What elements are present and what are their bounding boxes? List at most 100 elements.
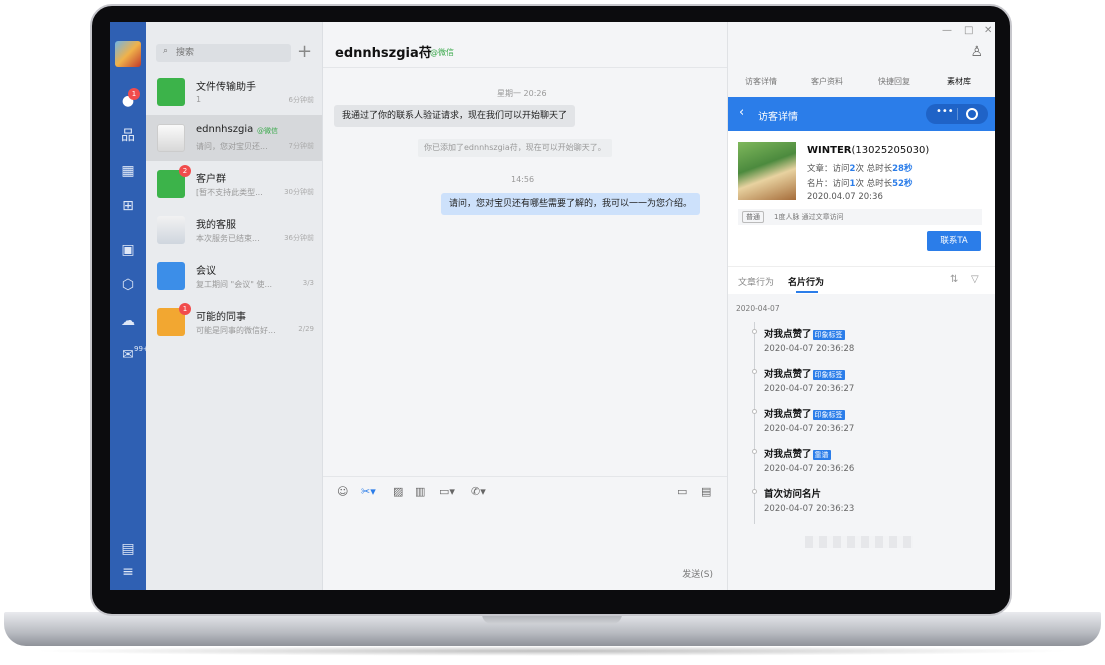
- conversation-item[interactable]: 文件传输助手 1 6分钟前: [146, 69, 322, 115]
- hexagon-play-icon[interactable]: ⬡: [119, 276, 137, 294]
- message-composer[interactable]: ☺ ✂▾ ▨ ▥ ▭▾ ✆▾ ▭ ▤ 发送(S): [323, 476, 727, 590]
- search-box[interactable]: ⌕: [156, 44, 291, 62]
- tab-visitor-details[interactable]: 访客详情: [745, 76, 777, 87]
- chat-header: ednnhszgia苻 @微信: [323, 22, 727, 68]
- conversation-item[interactable]: 我的客服 本次服务已结束... 36分钟前: [146, 207, 322, 253]
- event-time: 2020-04-07 20:36:27: [764, 424, 855, 434]
- sort-icon[interactable]: ⇅: [950, 274, 958, 285]
- timestamp: 星期一 20:26: [497, 89, 547, 98]
- meeting-cloud-icon: [157, 262, 185, 290]
- user-avatar[interactable]: [115, 41, 141, 67]
- sidebar-nav: ● 1 品 ▦ ⊞ ▣ ⬡ ☁ ✉ 99+ ▤ ≡: [110, 22, 149, 590]
- back-arrow-icon[interactable]: ‹: [739, 105, 744, 120]
- timeline-event: 对我点赞了 印象标签: [764, 406, 845, 420]
- conversation-name: 我的客服: [196, 220, 236, 231]
- screen-share-icon[interactable]: ▭: [677, 485, 687, 498]
- event-time: 2020-04-07 20:36:28: [764, 344, 855, 354]
- phone-icon[interactable]: ✆▾: [471, 485, 486, 498]
- blurred-text: [805, 536, 913, 548]
- laptop-shadow: [30, 646, 1075, 656]
- word-doc-icon[interactable]: ▥: [415, 485, 425, 498]
- card-stats: 名片：访问1次 总时长52秒: [807, 177, 912, 189]
- timeline-dot: [752, 449, 757, 454]
- menu-icon[interactable]: ≡: [119, 563, 137, 581]
- chat-pane: ednnhszgia苻 @微信 星期一 20:26 我通过了你的联系人验证请求，…: [323, 22, 727, 590]
- stat-label: 次 总时长: [855, 164, 893, 174]
- tab-customer-info[interactable]: 客户资料: [811, 76, 843, 87]
- stat-label: 文章：访问: [807, 164, 850, 174]
- cloud-icon[interactable]: ☁: [119, 312, 137, 330]
- event-time: 2020-04-07 20:36:26: [764, 464, 855, 474]
- person-icon[interactable]: ♙: [970, 44, 983, 60]
- article-stats: 文章：访问2次 总时长28秒: [807, 162, 912, 174]
- conversation-time: 2/29: [298, 325, 314, 333]
- event-badge: 印象标签: [812, 410, 845, 420]
- conversation-name: 文件传输助手: [196, 82, 256, 93]
- wechat-tag: @微信: [430, 48, 454, 57]
- contact-button[interactable]: 联系TA: [927, 231, 981, 251]
- event-badge: 印象标签: [812, 330, 845, 340]
- stat-label: 名片：访问: [807, 179, 850, 189]
- timeline-event: 对我点赞了 印象标签: [764, 326, 845, 340]
- event-title: 对我点赞了: [764, 329, 812, 340]
- sidebar-toggle-icon[interactable]: ▤: [701, 485, 711, 498]
- event-title: 首次访问名片: [764, 489, 822, 500]
- filter-icon[interactable]: ▽: [971, 274, 979, 285]
- image-icon[interactable]: ▨: [393, 485, 403, 498]
- event-time: 2020-04-07 20:36:23: [764, 504, 855, 514]
- conversation-name: ednnhszgia: [196, 124, 254, 135]
- event-title: 对我点赞了: [764, 449, 812, 460]
- system-notice: 你已添加了ednnhszgia苻，现在可以开始聊天了。: [418, 139, 612, 157]
- service-avatar: [157, 216, 185, 244]
- conversation-name: 可能的同事: [196, 312, 246, 323]
- visitor-name-text: WINTER: [807, 145, 852, 156]
- stat-value: 52秒: [892, 179, 913, 189]
- emoji-icon[interactable]: ☺: [337, 485, 348, 498]
- active-tab-underline: [796, 291, 818, 293]
- timestamp: 14:56: [511, 175, 535, 184]
- timeline-dot: [752, 369, 757, 374]
- miniapp-capsule[interactable]: •••: [926, 104, 988, 124]
- close-icon[interactable]: ✕: [984, 25, 992, 36]
- maximize-icon[interactable]: □: [964, 25, 973, 36]
- folder-icon[interactable]: ▭▾: [439, 485, 455, 498]
- timeline-dot: [752, 489, 757, 494]
- tab-quick-reply[interactable]: 快捷回复: [878, 76, 910, 87]
- tag-chip: 普通: [742, 211, 764, 223]
- right-tabs: 访客详情 客户资料 快捷回复 素材库: [728, 73, 995, 93]
- search-input[interactable]: [176, 46, 286, 60]
- tag-row: 普通 1度人脉 通过文章访问: [738, 209, 982, 225]
- wallet-icon[interactable]: ▤: [119, 540, 137, 558]
- message-incoming[interactable]: 我通过了你的联系人验证请求，现在我们可以开始聊天了: [334, 105, 576, 127]
- more-icon[interactable]: •••: [936, 106, 954, 117]
- close-circle-icon[interactable]: [966, 108, 978, 120]
- conversation-item[interactable]: 2 客户群 [暂不支持此类型... 30分钟前: [146, 161, 322, 207]
- send-button[interactable]: 发送(S): [682, 567, 713, 580]
- timeline-event: 首次访问名片: [764, 486, 821, 500]
- visit-date: 2020.04.07 20:36: [807, 192, 883, 202]
- document-icon[interactable]: ▣: [119, 241, 137, 259]
- tab-article-behavior[interactable]: 文章行为: [738, 275, 774, 288]
- scissors-icon[interactable]: ✂▾: [361, 485, 376, 498]
- message-outgoing[interactable]: 请问，您对宝贝还有哪些需要了解的，我可以一一为您介绍。: [441, 193, 701, 215]
- conversation-item[interactable]: ednnhszgia @微信 请问，您对宝贝还... 7分钟前: [146, 115, 322, 161]
- capsule-divider: [957, 108, 958, 120]
- tab-material-library[interactable]: 素材库: [947, 76, 971, 87]
- behavior-tabs: 文章行为 名片行为 ⇅ ▽: [728, 266, 995, 294]
- calendar-icon[interactable]: ▦: [119, 162, 137, 180]
- chat-title: ednnhszgia苻: [335, 46, 432, 61]
- chat-badge: 1: [128, 88, 140, 100]
- tab-card-behavior[interactable]: 名片行为: [788, 275, 824, 288]
- org-chart-icon[interactable]: 品: [119, 127, 137, 145]
- event-title: 对我点赞了: [764, 369, 812, 380]
- conversation-item[interactable]: 1 可能的同事 可能是同事的微信好... 2/29: [146, 299, 322, 345]
- timeline-dot: [752, 329, 757, 334]
- minimize-icon[interactable]: —: [942, 25, 952, 36]
- add-icon[interactable]: +: [297, 41, 312, 62]
- conversation-preview: 请问，您对宝贝还...: [196, 142, 268, 151]
- stat-label: 次 总时长: [855, 179, 893, 189]
- conversation-item[interactable]: 会议 复工期间 "会议" 使... 3/3: [146, 253, 322, 299]
- apps-grid-icon[interactable]: ⊞: [119, 197, 137, 215]
- tag-text: 1度人脉 通过文章访问: [774, 213, 844, 221]
- search-icon: ⌕: [163, 46, 169, 56]
